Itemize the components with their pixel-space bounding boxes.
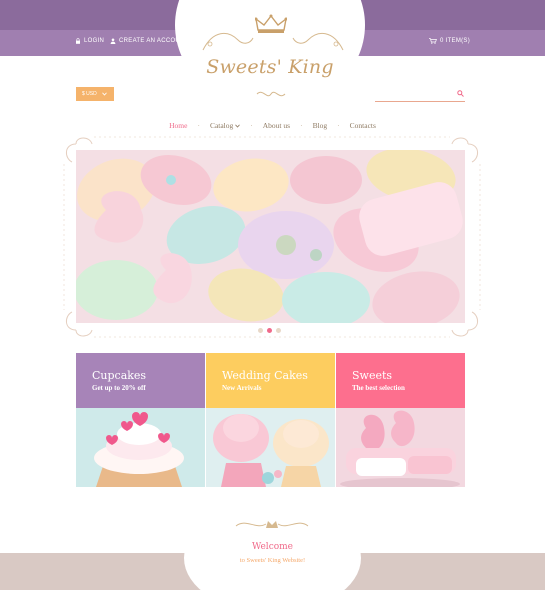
logo-bottom-flourish [256,91,286,97]
currency-selector[interactable]: $ USD [76,87,114,101]
banner-subtitle: Get up to 20% off [92,384,146,392]
nav-blog[interactable]: Blog [313,121,328,130]
nav-about-label: About us [262,121,291,130]
cart-label: 0 ITEM(S) [440,38,471,44]
nav-contacts[interactable]: Contacts [350,121,376,130]
welcome-flourish [235,521,309,528]
nav-separator: · [197,121,200,130]
banner-title: Cupcakes [92,369,147,382]
slider-dot-active[interactable] [267,328,272,333]
cart-link[interactable]: 0 ITEM(S) [429,38,470,44]
nav-catalog-label: Catalog [209,121,234,130]
banner-cupcakes[interactable]: Cupcakes Get up to 20% off [76,353,205,487]
hero-slide-image [76,150,465,323]
logo-flourish [202,32,344,51]
slider-dot[interactable] [276,328,281,333]
nav-separator: · [337,121,340,130]
login-link[interactable]: LOGIN [75,38,104,44]
banner-title: Wedding Cakes [222,369,308,382]
nav-about[interactable]: About us [263,121,290,130]
nav-contacts-label: Contacts [349,121,376,130]
banner-title: Sweets [352,369,393,382]
banner-subtitle: The best selection [352,384,405,392]
welcome-subtitle: to Sweets' King Website! [239,557,306,564]
slider-dot[interactable] [258,328,263,333]
banner-subtitle: New Arrivals [222,384,262,392]
cart-icon [429,38,437,44]
welcome-title: Welcome [251,542,294,552]
chevron-down-icon [235,124,241,128]
currency-value: $ USD [82,91,97,97]
nav-separator: · [300,121,303,130]
cupcake-image [76,408,205,487]
login-label: LOGIN [84,38,105,44]
user-icon [110,38,116,44]
main-nav: Home · Catalog · About us · Blog · Conta… [0,121,545,130]
search-input[interactable] [375,93,455,106]
logo-text[interactable]: Sweets' King [190,56,350,78]
banner-wedding-cakes[interactable]: Wedding Cakes New Arrivals [206,353,335,487]
search-icon[interactable] [457,90,464,97]
sweets-image [336,408,465,487]
lock-icon [76,38,80,44]
wedding-cake-image [206,408,335,487]
search-box [375,88,465,106]
hero-slider[interactable] [76,150,465,323]
nav-blog-label: Blog [312,121,328,130]
nav-home-label: Home [169,121,188,130]
banner-sweets[interactable]: Sweets The best selection [336,353,465,487]
nav-home[interactable]: Home [169,121,187,130]
slider-pagination [258,328,281,333]
chevron-down-icon [101,92,107,96]
nav-separator: · [250,121,253,130]
nav-catalog[interactable]: Catalog [209,121,241,130]
